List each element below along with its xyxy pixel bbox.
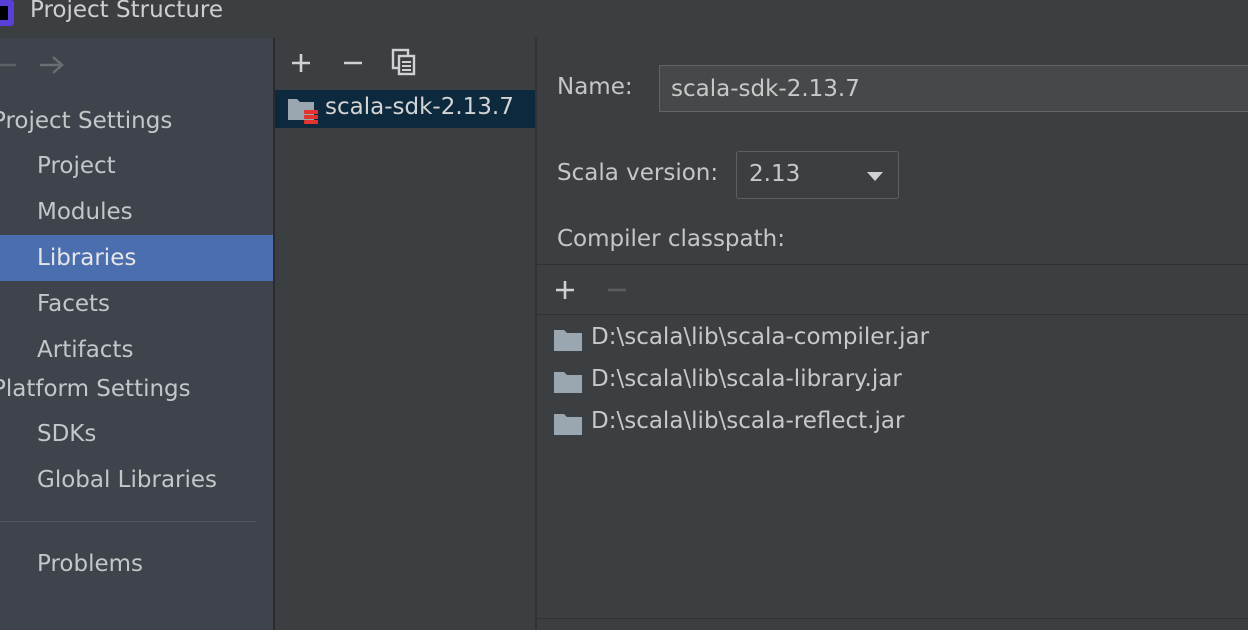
sidebar-item-problems[interactable]: Problems [0,541,273,587]
classpath-row[interactable]: D:\scala\lib\scala-reflect.jar [553,404,1233,444]
compiler-classpath-list: D:\scala\lib\scala-compiler.jar D:\scala… [537,264,1248,619]
folder-icon [554,330,582,351]
sidebar-item-global-libraries[interactable]: Global Libraries [0,457,273,503]
sidebar-item-label: Libraries [37,245,137,271]
copy-icon [391,48,416,76]
scala-version-value: 2.13 [749,161,801,187]
sidebar-item-artifacts[interactable]: Artifacts [0,327,273,373]
minus-icon [344,61,362,65]
platform-settings-header: Platform Settings [0,376,191,402]
remove-classpath-button[interactable] [602,275,632,305]
sidebar-item-facets[interactable]: Facets [0,281,273,327]
minus-icon [608,288,626,292]
intellij-logo-icon [0,0,14,26]
sidebar-divider [0,521,256,522]
sidebar-item-label: Problems [37,551,144,577]
sidebar-item-project[interactable]: Project [0,143,273,189]
library-folder-icon [288,99,318,124]
forward-arrow-icon[interactable] [34,50,70,80]
remove-library-button[interactable] [338,48,368,78]
sidebar-item-modules[interactable]: Modules [0,189,273,235]
add-classpath-button[interactable] [550,275,580,305]
sidebar-item-libraries[interactable]: Libraries [0,235,273,281]
sidebar-item-label: Artifacts [37,337,134,363]
library-details-pane: Name: scala-sdk-2.13.7 Scala version: 2.… [537,38,1248,630]
sidebar-item-label: Global Libraries [37,467,218,493]
copy-library-button[interactable] [389,47,419,77]
classpath-row[interactable]: D:\scala\lib\scala-library.jar [553,362,1233,402]
classpath-path: D:\scala\lib\scala-reflect.jar [591,408,905,434]
classpath-row[interactable]: D:\scala\lib\scala-compiler.jar [553,320,1233,360]
name-label: Name: [557,74,633,100]
folder-icon [554,372,582,393]
library-item-scala-sdk[interactable]: scala-sdk-2.13.7 [275,90,535,128]
chevron-down-icon [867,172,883,181]
sidebar-item-label: Facets [37,291,111,317]
folder-icon [554,414,582,435]
navigation-arrows [0,50,100,80]
libraries-list-pane: scala-sdk-2.13.7 [275,38,535,630]
scala-version-label: Scala version: [557,160,719,186]
classpath-path: D:\scala\lib\scala-compiler.jar [591,324,930,350]
title-bar: Project Structure [0,0,1248,38]
back-arrow-icon[interactable] [0,50,24,80]
settings-sidebar: Project Settings Project Modules Librari… [0,38,273,630]
add-library-button[interactable] [286,48,316,78]
project-settings-header: Project Settings [0,108,173,134]
classpath-path: D:\scala\lib\scala-library.jar [591,366,902,392]
plus-icon [556,281,574,299]
plus-icon [292,54,310,72]
library-name-field[interactable]: scala-sdk-2.13.7 [659,65,1248,112]
window-title: Project Structure [30,0,223,23]
library-item-label: scala-sdk-2.13.7 [325,94,514,120]
scala-version-select[interactable]: 2.13 [736,151,899,199]
sidebar-item-label: SDKs [37,421,97,447]
sidebar-item-label: Modules [37,199,133,225]
sidebar-item-label: Project [37,153,116,179]
compiler-classpath-label: Compiler classpath: [557,226,785,252]
classpath-toolbar [537,265,1248,315]
sidebar-item-sdks[interactable]: SDKs [0,411,273,457]
project-structure-dialog: Project Structure Project Settings Proje… [0,0,1248,630]
